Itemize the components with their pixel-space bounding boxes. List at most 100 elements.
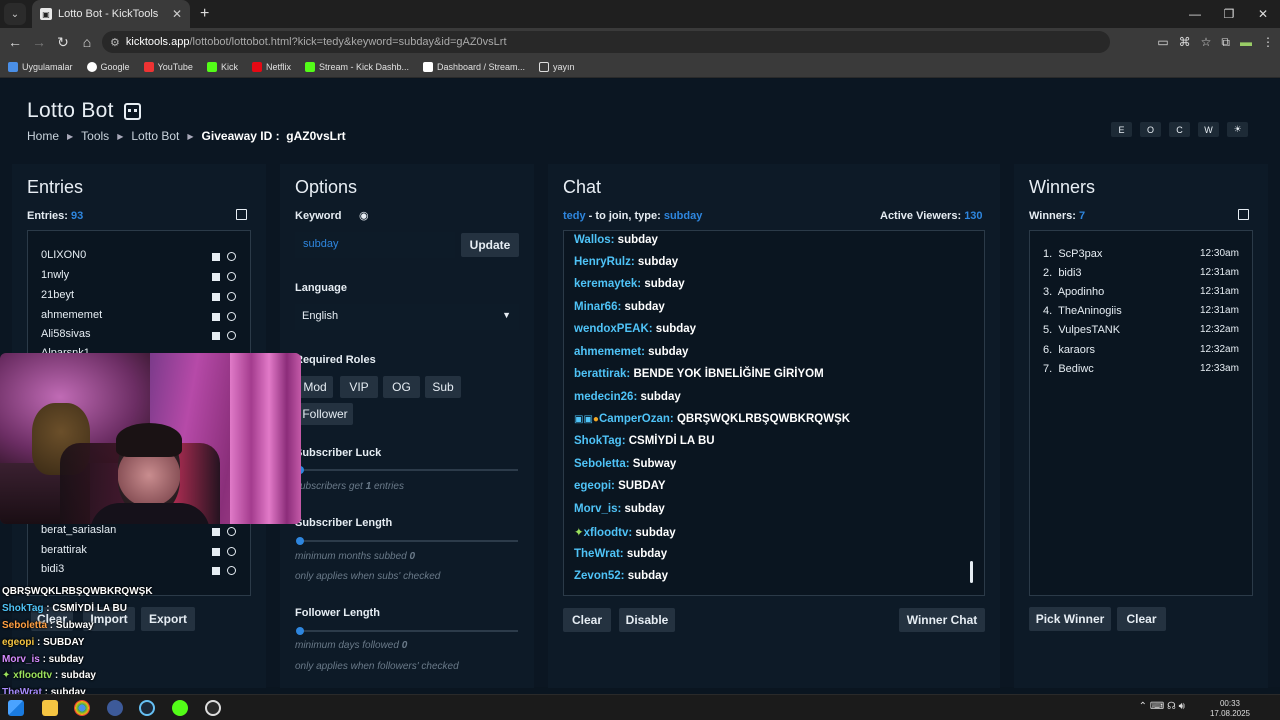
export-button[interactable]: Export — [141, 607, 195, 631]
chat-log[interactable]: Wallos: subday HenryRulz: subday keremay… — [563, 230, 985, 596]
remove-entry-icon[interactable] — [212, 253, 220, 261]
ban-entry-icon[interactable] — [227, 331, 236, 340]
clock[interactable]: 00:33 17.08.2025 — [1210, 699, 1250, 719]
remove-entry-icon[interactable] — [212, 548, 220, 556]
winner-chat-button[interactable]: Winner Chat — [899, 608, 985, 632]
file-explorer-icon[interactable] — [42, 700, 58, 716]
tab-search-button[interactable]: ⌄ — [4, 3, 26, 25]
winner-row: 5. VulpesTANK — [1043, 324, 1121, 336]
translate-icon[interactable]: ⌘ — [1179, 35, 1191, 49]
follower-length-slider[interactable] — [296, 627, 518, 635]
bookmark-kick[interactable]: Kick — [206, 61, 238, 72]
obs-icon[interactable] — [205, 700, 221, 716]
remove-entry-icon[interactable] — [212, 528, 220, 536]
role-mod-toggle[interactable]: Mod — [297, 376, 333, 398]
chat-scrollbar[interactable] — [970, 561, 973, 583]
theme-button-w[interactable]: W — [1198, 122, 1219, 137]
forward-icon[interactable]: → — [27, 34, 51, 50]
kick-app-icon[interactable] — [172, 700, 188, 716]
pick-winner-button[interactable]: Pick Winner — [1029, 607, 1111, 631]
new-tab-icon[interactable]: + — [200, 5, 209, 23]
entry-item: 1nwly — [41, 269, 70, 281]
role-follower-toggle[interactable]: Follower — [297, 403, 353, 425]
remove-entry-icon[interactable] — [212, 293, 220, 301]
app-icon[interactable] — [107, 700, 123, 716]
clear-chat-button[interactable]: Clear — [563, 608, 611, 632]
eye-icon[interactable]: ◉ — [359, 209, 369, 222]
slider-knob[interactable] — [296, 627, 304, 635]
site-info-icon[interactable]: ⚙ — [110, 36, 120, 49]
menu-icon[interactable]: ⋮ — [1262, 35, 1274, 49]
chrome-icon[interactable] — [74, 700, 90, 716]
ban-entry-icon[interactable] — [227, 252, 236, 261]
follower-length-label: Follower Length — [295, 607, 380, 619]
close-tab-icon[interactable]: ✕ — [172, 7, 182, 21]
language-label: Language — [295, 282, 347, 294]
winner-time: 12:31am — [1200, 267, 1239, 278]
ban-entry-icon[interactable] — [227, 547, 236, 556]
ban-entry-icon[interactable] — [227, 272, 236, 281]
cast-icon[interactable]: ▭ — [1157, 35, 1168, 49]
tray-icons[interactable]: ⌃ ⌨ ☊ 🔊︎ — [1139, 701, 1185, 712]
clear-winners-button[interactable]: Clear — [1117, 607, 1166, 631]
remove-entry-icon[interactable] — [212, 332, 220, 340]
bookmark-youtube[interactable]: YouTube — [143, 61, 193, 72]
bookmark-kick-dashboard[interactable]: Stream - Kick Dashb... — [304, 61, 409, 72]
copy-entries-icon[interactable] — [236, 209, 247, 220]
theme-button-o[interactable]: O — [1140, 122, 1161, 137]
winner-time: 12:32am — [1200, 344, 1239, 355]
profile-icon[interactable]: ▬ — [1240, 35, 1252, 49]
entry-item: Ali58sivas — [41, 328, 91, 340]
role-og-toggle[interactable]: OG — [383, 376, 420, 398]
chat-message: Minar66: subday — [574, 301, 665, 313]
theme-button-e[interactable]: E — [1111, 122, 1132, 137]
language-select[interactable]: English ▼ — [295, 304, 519, 330]
remove-entry-icon[interactable] — [212, 313, 220, 321]
home-icon[interactable]: ⌂ — [75, 34, 99, 50]
crumb-tools[interactable]: Tools — [81, 129, 109, 143]
browser-actions: ▭ ⌘ ☆ ⧉ ▬ ⋮ — [1157, 28, 1274, 56]
role-sub-toggle[interactable]: Sub — [425, 376, 461, 398]
extensions-icon[interactable]: ⧉ — [1221, 35, 1230, 50]
minimize-icon[interactable]: — — [1178, 0, 1212, 28]
close-window-icon[interactable]: ✕ — [1246, 0, 1280, 28]
ban-entry-icon[interactable] — [227, 312, 236, 321]
start-icon[interactable] — [8, 700, 24, 716]
subscriber-luck-slider[interactable] — [296, 466, 518, 474]
keyword-input[interactable]: subday — [295, 232, 455, 258]
options-heading: Options — [295, 177, 358, 197]
winner-time: 12:32am — [1200, 324, 1239, 335]
disable-chat-button[interactable]: Disable — [619, 608, 675, 632]
bookmark-stream-dashboard[interactable]: Dashboard / Stream... — [423, 61, 525, 72]
browser-tab[interactable]: ▣ Lotto Bot - KickTools ✕ — [32, 0, 190, 28]
update-button[interactable]: Update — [461, 233, 519, 257]
theme-button-c[interactable]: C — [1169, 122, 1190, 137]
bookmark-star-icon[interactable]: ☆ — [1201, 35, 1212, 49]
reload-icon[interactable]: ↻ — [51, 34, 75, 51]
role-vip-toggle[interactable]: VIP — [340, 376, 378, 398]
crumb-lotto-bot[interactable]: Lotto Bot — [131, 129, 179, 143]
copy-winners-icon[interactable] — [1238, 209, 1249, 220]
overlay-chat-line: Seboletta : Subway — [2, 620, 94, 631]
winner-row: 4. TheAninogiis — [1043, 305, 1122, 317]
winner-row: 1. ScP3pax — [1043, 248, 1103, 260]
maximize-icon[interactable]: ❐ — [1212, 0, 1246, 28]
bookmark-folder-yayin[interactable]: yayın — [539, 61, 575, 72]
back-icon[interactable]: ← — [3, 34, 27, 50]
remove-entry-icon[interactable] — [212, 567, 220, 575]
bookmark-netflix[interactable]: Netflix — [251, 61, 291, 72]
robot-icon — [123, 102, 141, 120]
remove-entry-icon[interactable] — [212, 273, 220, 281]
subscriber-length-slider[interactable] — [296, 537, 518, 545]
steam-icon[interactable] — [139, 700, 155, 716]
ban-entry-icon[interactable] — [227, 292, 236, 301]
sun-icon[interactable]: ☀ — [1227, 122, 1248, 137]
overlay-chat-line: QBRŞWQKLRBŞQWBKRQWŞK — [2, 586, 153, 597]
bookmark-google[interactable]: Google — [86, 61, 130, 72]
ban-entry-icon[interactable] — [227, 527, 236, 536]
ban-entry-icon[interactable] — [227, 566, 236, 575]
address-bar[interactable]: ⚙ kicktools.app/lottobot/lottobot.html?k… — [102, 31, 1110, 53]
bookmark-apps[interactable]: Uygulamalar — [8, 61, 73, 72]
slider-knob[interactable] — [296, 537, 304, 545]
crumb-home[interactable]: Home — [27, 129, 59, 143]
